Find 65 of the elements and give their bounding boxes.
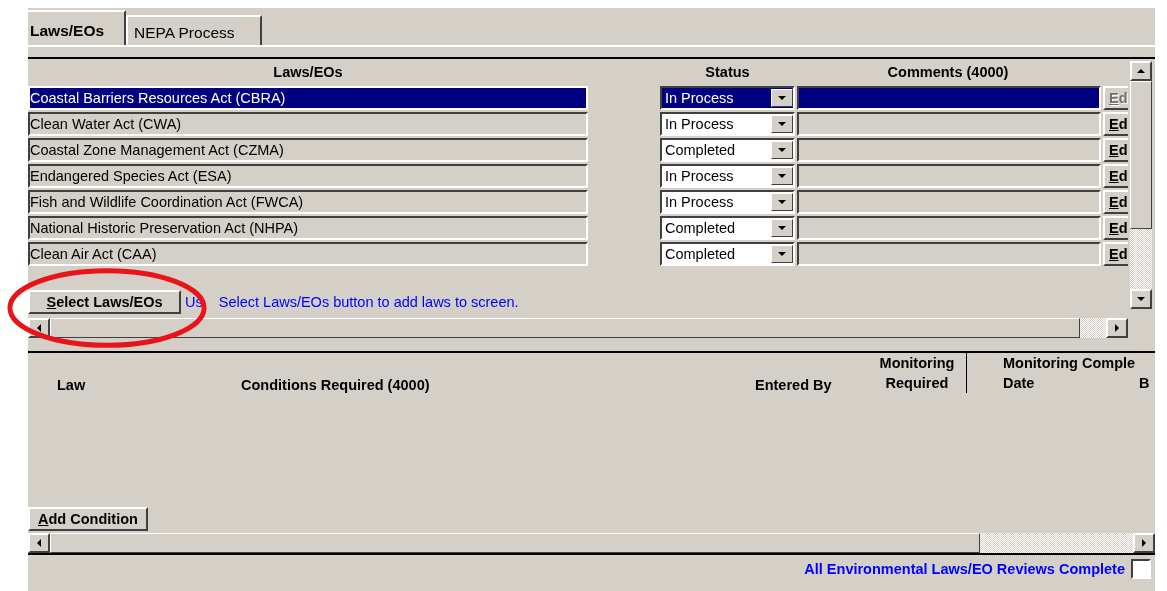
scrollbar-thumb[interactable] xyxy=(50,318,1080,338)
arrow-icon xyxy=(37,539,41,547)
status-dropdown[interactable]: Completed xyxy=(660,242,795,266)
column-header: Laws/EOs xyxy=(272,64,344,80)
scroll-up-button[interactable] xyxy=(1130,61,1152,81)
law-cell[interactable]: Coastal Zone Management Act (CZMA) xyxy=(28,138,588,162)
status-dropdown[interactable]: In Process xyxy=(660,86,795,110)
column-header: Conditions Required (4000) xyxy=(241,377,431,393)
status-dropdown[interactable]: In Process xyxy=(660,164,795,188)
dropdown-arrow-icon xyxy=(778,226,786,230)
edit-button[interactable]: Ed xyxy=(1103,242,1128,266)
tab[interactable]: NEPA Process xyxy=(126,15,262,45)
status-dropdown[interactable]: In Process xyxy=(660,112,795,136)
law-cell[interactable]: Fish and Wildlife Coordination Act (FWCA) xyxy=(28,190,588,214)
arrow-icon xyxy=(37,324,41,332)
tab[interactable]: Laws/EOs xyxy=(28,10,126,45)
reviews-complete-checkbox[interactable] xyxy=(1131,559,1151,579)
dropdown-arrow-icon xyxy=(1137,297,1145,301)
scroll-right-button[interactable] xyxy=(1106,318,1128,338)
add-condition-button[interactable]: Add Condition xyxy=(28,507,148,531)
scrollbar-thumb[interactable] xyxy=(50,533,980,553)
law-cell[interactable]: Coastal Barriers Resources Act (CBRA) xyxy=(28,86,588,110)
select-laws-button[interactable]: Select Laws/EOs xyxy=(28,290,181,314)
column-header: Entered By xyxy=(755,377,833,393)
comments-field[interactable] xyxy=(797,112,1101,136)
column-group-header: Monitoring Comple xyxy=(1003,354,1137,373)
column-header: B xyxy=(1139,374,1150,393)
scroll-down-button[interactable] xyxy=(1130,289,1152,309)
column-header: Status xyxy=(704,64,751,80)
scroll-left-button[interactable] xyxy=(28,533,50,553)
column-header: Monitoring Required xyxy=(868,353,967,393)
dropdown-arrow-icon xyxy=(778,200,786,204)
status-dropdown[interactable]: Completed xyxy=(660,138,795,162)
comments-field[interactable] xyxy=(797,216,1101,240)
dropdown-arrow-icon xyxy=(778,174,786,178)
column-header: Date xyxy=(1003,374,1036,393)
column-header: Law xyxy=(57,377,87,393)
edit-button[interactable]: Ed xyxy=(1103,112,1128,136)
edit-button[interactable]: Ed xyxy=(1103,164,1128,188)
edit-button[interactable]: Ed xyxy=(1103,216,1128,240)
law-cell[interactable]: Clean Air Act (CAA) xyxy=(28,242,588,266)
comments-field[interactable] xyxy=(797,138,1101,162)
comments-field[interactable] xyxy=(797,242,1101,266)
status-dropdown[interactable]: In Process xyxy=(660,190,795,214)
law-cell[interactable]: Clean Water Act (CWA) xyxy=(28,112,588,136)
comments-field[interactable] xyxy=(797,86,1101,110)
dropdown-arrow-icon xyxy=(778,252,786,256)
comments-field[interactable] xyxy=(797,190,1101,214)
reviews-complete-label: All Environmental Laws/EO Reviews Complete xyxy=(804,561,1125,577)
status-dropdown[interactable]: Completed xyxy=(660,216,795,240)
edit-button[interactable]: Ed xyxy=(1103,190,1128,214)
dropdown-arrow-icon xyxy=(778,148,786,152)
hint-text: Select Laws/EOs button to add laws to screen. xyxy=(218,294,519,310)
edit-button[interactable]: Ed xyxy=(1103,138,1128,162)
column-header: Comments (4000) xyxy=(886,64,1010,80)
arrow-icon xyxy=(1115,324,1119,332)
law-cell[interactable]: National Historic Preservation Act (NHPA) xyxy=(28,216,588,240)
comments-field[interactable] xyxy=(797,164,1101,188)
scrollbar-thumb[interactable] xyxy=(1130,81,1152,229)
arrow-icon xyxy=(1137,69,1145,73)
arrow-icon xyxy=(1142,539,1146,547)
law-cell[interactable]: Endangered Species Act (ESA) xyxy=(28,164,588,188)
dropdown-arrow-icon xyxy=(778,122,786,126)
dropdown-arrow-icon xyxy=(778,96,786,100)
scroll-right-button[interactable] xyxy=(1133,533,1155,553)
